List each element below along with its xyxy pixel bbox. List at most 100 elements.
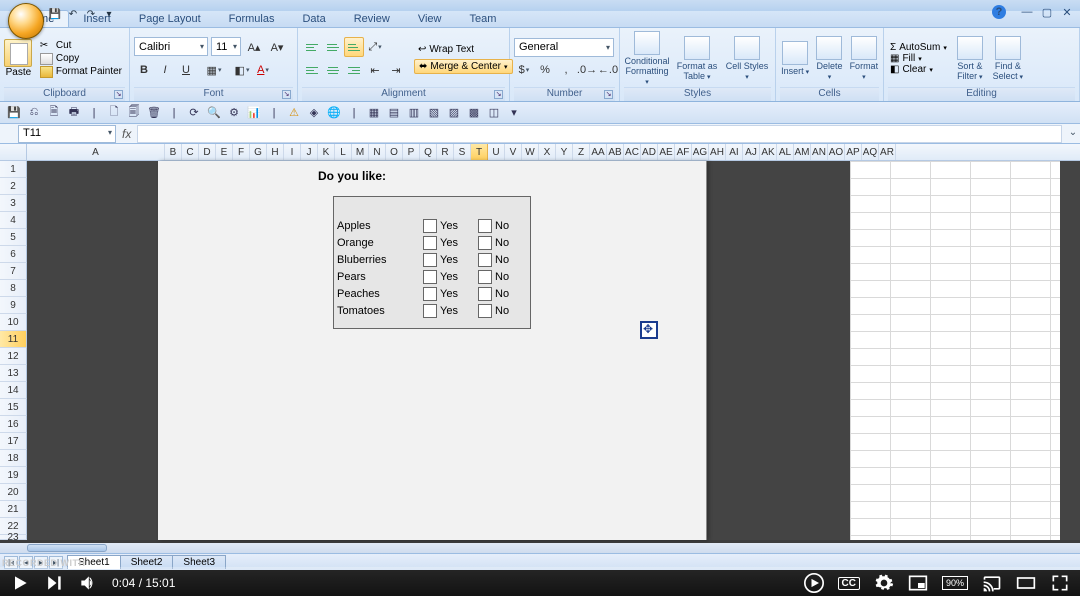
checkbox-yes[interactable] [423,270,437,284]
sort-filter-button[interactable]: Sort & Filter [953,36,987,81]
number-format-combo[interactable]: General [514,38,614,57]
increase-indent-icon[interactable]: ⇥ [386,60,406,80]
find-select-button[interactable]: Find & Select [991,36,1025,81]
checkbox-no[interactable] [478,304,492,318]
row-header-2[interactable]: 2 [0,178,27,195]
tab-formulas[interactable]: Formulas [215,11,289,27]
align-center-icon[interactable] [323,60,343,80]
col-header-E[interactable]: E [216,144,233,160]
col-header-AI[interactable]: AI [726,144,743,160]
tb-icon[interactable]: 🗎 [46,105,62,121]
col-header-C[interactable]: C [182,144,199,160]
row-header-9[interactable]: 9 [0,297,27,314]
redo-icon[interactable]: ↷ [84,7,98,21]
row-header-3[interactable]: 3 [0,195,27,212]
font-name-combo[interactable]: Calibri [134,37,208,56]
merge-center-button[interactable]: ⬌Merge & Center▾ [414,59,513,74]
tb-icon[interactable]: 🗑 [146,105,162,121]
align-middle-icon[interactable] [323,37,343,57]
decrease-indent-icon[interactable]: ⇤ [365,60,385,80]
tab-view[interactable]: View [404,11,456,27]
cc-button[interactable]: CC [838,577,860,590]
grow-font-icon[interactable]: A▴ [244,37,264,57]
col-header-S[interactable]: S [454,144,471,160]
tb-icon[interactable]: 🖶 [66,105,82,121]
col-header-AO[interactable]: AO [828,144,845,160]
col-header-R[interactable]: R [437,144,454,160]
col-header-AN[interactable]: AN [811,144,828,160]
col-header-P[interactable]: P [403,144,420,160]
col-header-I[interactable]: I [284,144,301,160]
fx-icon[interactable]: fx [122,127,131,141]
checkbox-yes[interactable] [423,253,437,267]
col-header-AR[interactable]: AR [879,144,896,160]
theater-button[interactable] [1016,573,1036,593]
dialog-launcher-icon[interactable]: ↘ [604,90,613,99]
help-icon[interactable]: ? [992,5,1006,19]
clear-button[interactable]: ◧Clear▾ [888,64,949,75]
undo-icon[interactable]: ↶ [66,7,80,21]
col-header-H[interactable]: H [267,144,284,160]
row-header-6[interactable]: 6 [0,246,27,263]
col-header-AC[interactable]: AC [624,144,641,160]
format-as-table-button[interactable]: Format as Table [674,36,720,81]
col-header-F[interactable]: F [233,144,250,160]
col-header-J[interactable]: J [301,144,318,160]
tb-icon[interactable]: 🗐 [126,105,142,121]
tab-review[interactable]: Review [340,11,404,27]
next-button[interactable] [44,573,64,593]
checkbox-no[interactable] [478,253,492,267]
dialog-launcher-icon[interactable]: ↘ [494,90,503,99]
col-header-AQ[interactable]: AQ [862,144,879,160]
dialog-launcher-icon[interactable]: ↘ [114,90,123,99]
col-header-Z[interactable]: Z [573,144,590,160]
bold-button[interactable]: B [134,60,154,80]
tb-icon[interactable]: ▨ [446,105,462,121]
row-header-11[interactable]: 11 [0,331,27,348]
tb-icon[interactable]: ⎌ [26,105,42,121]
italic-button[interactable]: I [155,60,175,80]
delete-cells-button[interactable]: Delete [814,36,844,81]
tb-icon[interactable]: 💾 [6,105,22,121]
row-header-13[interactable]: 13 [0,365,27,382]
cast-button[interactable] [982,573,1002,593]
tb-icon[interactable]: ⟳ [186,105,202,121]
col-header-AK[interactable]: AK [760,144,777,160]
font-color-button[interactable]: A [253,60,273,80]
select-all-corner[interactable] [0,144,27,160]
fullscreen-button[interactable] [1050,573,1070,593]
align-bottom-icon[interactable] [344,37,364,57]
insert-cells-button[interactable]: Insert [780,41,810,76]
close-icon[interactable]: ✕ [1060,5,1074,19]
tb-icon[interactable]: 📊 [246,105,262,121]
dialog-launcher-icon[interactable]: ↘ [282,90,291,99]
office-button[interactable] [8,3,44,39]
col-header-AB[interactable]: AB [607,144,624,160]
row-header-21[interactable]: 21 [0,501,27,518]
col-header-AA[interactable]: AA [590,144,607,160]
accounting-format-icon[interactable]: $ [514,60,534,80]
col-header-V[interactable]: V [505,144,522,160]
row-header-18[interactable]: 18 [0,450,27,467]
col-header-AL[interactable]: AL [777,144,794,160]
tab-data[interactable]: Data [288,11,339,27]
cell-styles-button[interactable]: Cell Styles [724,36,770,81]
checkbox-no[interactable] [478,219,492,233]
col-header-AF[interactable]: AF [675,144,692,160]
col-header-G[interactable]: G [250,144,267,160]
row-header-10[interactable]: 10 [0,314,27,331]
col-header-A[interactable]: A [27,144,165,160]
checkbox-no[interactable] [478,270,492,284]
tb-icon[interactable]: ⚠ [286,105,302,121]
borders-button[interactable]: ▦ [204,60,224,80]
row-header-4[interactable]: 4 [0,212,27,229]
col-header-W[interactable]: W [522,144,539,160]
play-overlay-button[interactable] [804,573,824,593]
align-left-icon[interactable] [302,60,322,80]
tb-icon[interactable]: ▾ [506,105,522,121]
minimize-icon[interactable]: — [1020,5,1034,19]
tab-page-layout[interactable]: Page Layout [125,11,215,27]
col-header-L[interactable]: L [335,144,352,160]
quick-access-toolbar[interactable]: 💾 ↶ ↷ ▾ [48,5,116,23]
row-header-12[interactable]: 12 [0,348,27,365]
